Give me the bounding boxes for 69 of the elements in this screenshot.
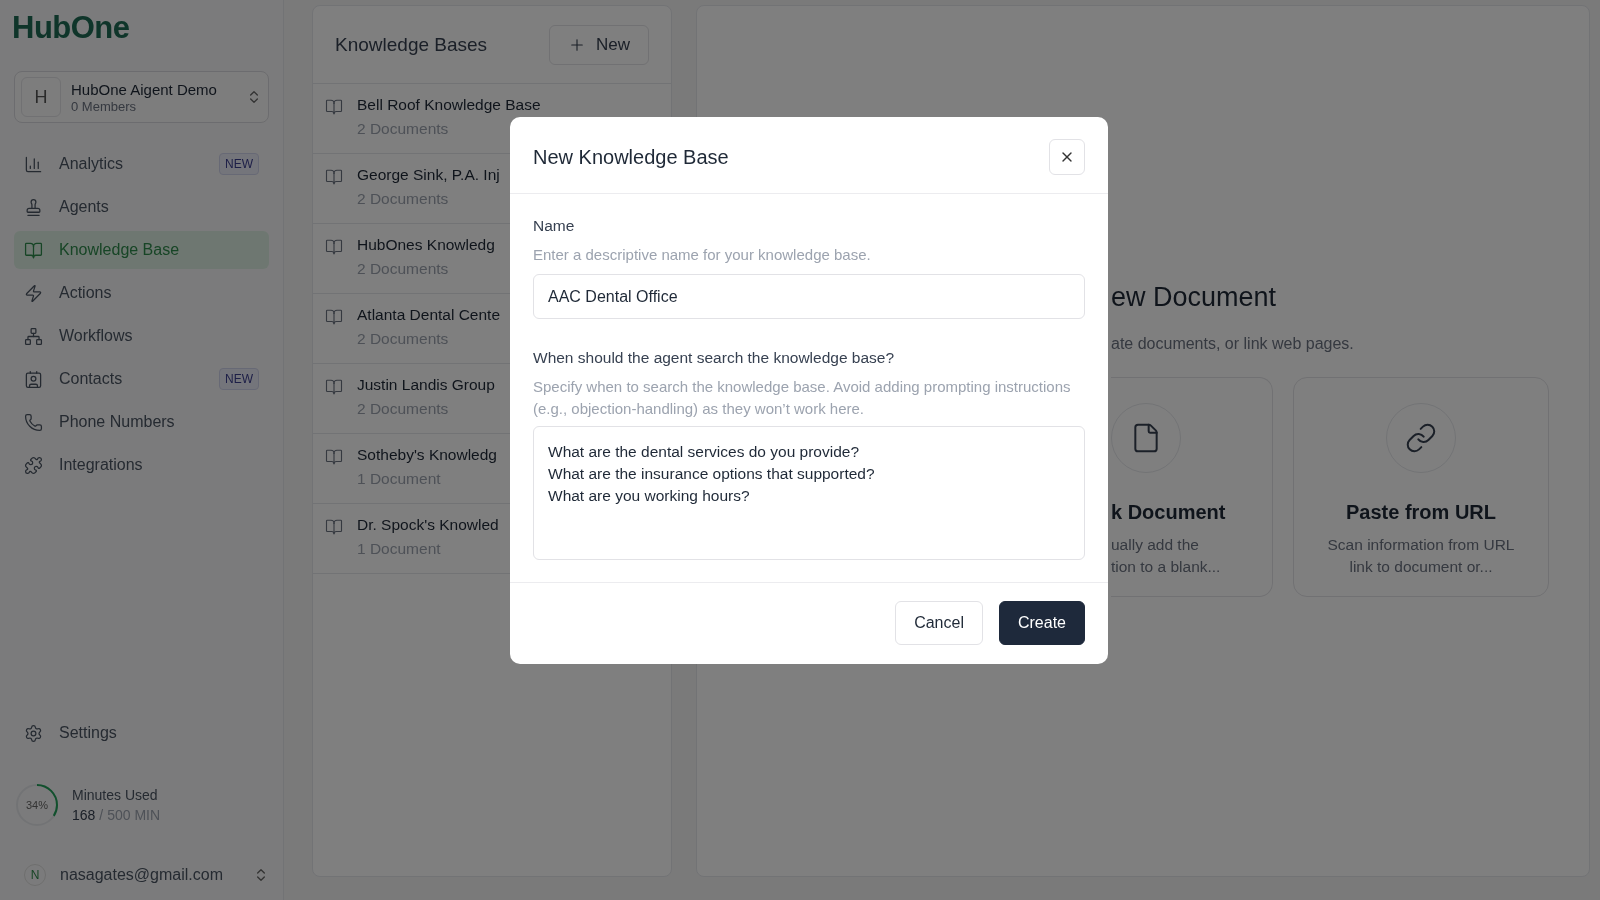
option-card[interactable]: k Document ually add the tion to a blank... — [1111, 377, 1273, 597]
nav-label: Agents — [59, 198, 110, 216]
new-badge: NEW — [219, 153, 259, 175]
name-field[interactable]: AAC Dental Office — [533, 274, 1085, 319]
knowledge-base-name: Sotheby's Knowledg — [357, 446, 497, 464]
card-description: ually add the tion to a blank... — [1111, 535, 1221, 577]
panel-subtitle: ate documents, or link web pages. — [1111, 335, 1355, 353]
bar-chart-icon — [24, 154, 43, 174]
card-title: k Document — [1111, 501, 1226, 524]
book-icon — [24, 240, 43, 260]
nav-item[interactable]: Actions — [14, 274, 269, 312]
nav-item[interactable]: Workflows — [14, 317, 269, 355]
nav-item[interactable]: Phone Numbers — [14, 403, 269, 441]
search-condition-field[interactable]: What are the dental services do you provide? What are the insurance options that supported? What are you working hours? — [533, 426, 1085, 560]
nav-item[interactable]: Contacts NEW — [14, 360, 269, 398]
member-count: 0 Members — [71, 98, 138, 114]
nav-label: Integrations — [59, 456, 144, 474]
link-icon — [1405, 422, 1437, 454]
knowledge-base-name: George Sink, P.A. Inj — [357, 166, 500, 184]
settings-item[interactable]: Settings — [14, 714, 269, 752]
book-icon — [325, 238, 343, 256]
workspace-avatar: H — [21, 77, 61, 117]
close-button[interactable] — [1049, 139, 1085, 175]
account-email: nasagates@gmail.com — [60, 866, 224, 884]
nav-label: Workflows — [59, 327, 134, 345]
nav-label: Contacts — [59, 370, 124, 388]
panel-title: ew Document — [1111, 282, 1278, 313]
nav-label: Analytics — [59, 155, 125, 173]
nav-label: Actions — [59, 284, 113, 302]
card-title: Paste from URL — [1346, 501, 1496, 524]
settings-icon — [24, 723, 43, 743]
nav-item[interactable]: Integrations — [14, 446, 269, 484]
book-icon — [325, 378, 343, 396]
create-button[interactable]: Create — [998, 601, 1085, 645]
knowledge-base-name: HubOnes Knowledg — [357, 236, 495, 254]
workspace-name: HubOne Aigent Demo — [71, 80, 218, 98]
network-icon — [24, 326, 43, 346]
book-icon — [325, 98, 343, 116]
nav-item[interactable]: Knowledge Base — [14, 231, 269, 269]
knowledge-base-name: Justin Landis Group — [357, 376, 495, 394]
lightning-icon — [24, 283, 43, 303]
account-switcher[interactable]: N nasagates@gmail.com — [14, 864, 269, 886]
cancel-button[interactable]: Cancel — [895, 601, 983, 645]
nav-item[interactable]: Agents — [14, 188, 269, 226]
usage-title: Minutes Used — [72, 787, 159, 803]
logo: HubOne — [12, 10, 131, 46]
nav-label: Phone Numbers — [59, 413, 176, 431]
usage-percent: 34% — [26, 799, 48, 811]
book-icon — [325, 308, 343, 326]
nav-item[interactable]: Analytics NEW — [14, 145, 269, 183]
book-icon — [325, 168, 343, 186]
phone-icon — [24, 412, 43, 432]
workspace-switcher[interactable]: H HubOne Aigent Demo 0 Members — [14, 71, 269, 123]
knowledge-base-name: Atlanta Dental Cente — [357, 306, 501, 324]
option-card[interactable]: Paste from URL Scan information from URL link to document or... — [1293, 377, 1549, 597]
book-icon — [325, 448, 343, 466]
book-icon — [325, 518, 343, 536]
puzzle-icon — [24, 455, 43, 475]
knowledge-base-name: Bell Roof Knowledge Base — [357, 96, 541, 114]
nav-label: Knowledge Base — [59, 241, 181, 259]
card-description: Scan information from URL link to document or... — [1327, 535, 1515, 577]
knowledge-base-name: Dr. Spock's Knowled — [357, 516, 499, 534]
nav-label: Settings — [59, 724, 118, 742]
stamp-icon — [24, 197, 43, 217]
minutes-used: 168 — [72, 807, 96, 823]
new-button[interactable]: New — [549, 24, 649, 65]
panel-title: Knowledge Bases — [335, 33, 488, 56]
contact-card-icon — [24, 369, 43, 389]
new-badge: NEW — [219, 368, 259, 390]
